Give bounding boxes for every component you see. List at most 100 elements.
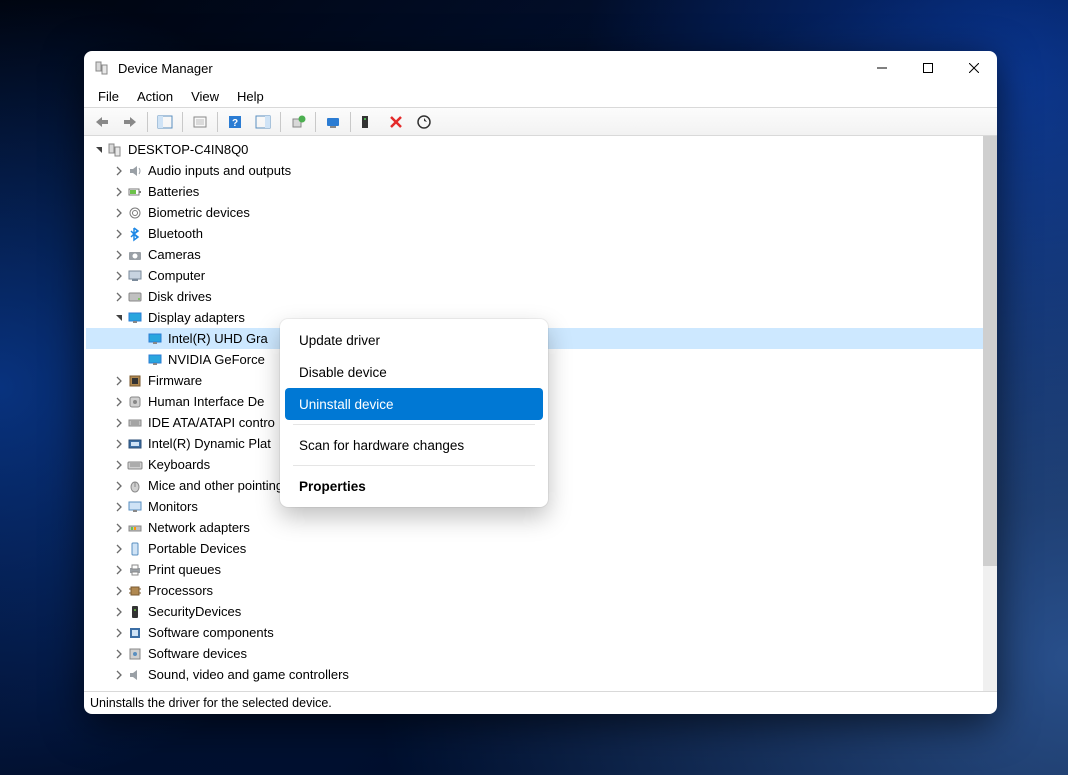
menu-help[interactable]: Help — [229, 87, 272, 106]
audio-icon — [126, 163, 144, 179]
tree-category[interactable]: Cameras — [86, 244, 983, 265]
context-menu-item[interactable]: Properties — [285, 470, 543, 502]
chevron-right-icon[interactable] — [112, 481, 126, 491]
chevron-right-icon[interactable] — [112, 250, 126, 260]
tree-category-label: Audio inputs and outputs — [148, 161, 291, 181]
chevron-right-icon[interactable] — [112, 502, 126, 512]
chevron-right-icon[interactable] — [112, 670, 126, 680]
action-pane-button[interactable] — [250, 110, 276, 134]
platform-icon — [126, 436, 144, 452]
chevron-right-icon[interactable] — [112, 586, 126, 596]
tree-category[interactable]: SecurityDevices — [86, 601, 983, 622]
tree-category[interactable]: Batteries — [86, 181, 983, 202]
tree-category-label: Biometric devices — [148, 203, 250, 223]
tree-category-label: Cameras — [148, 245, 201, 265]
scrollbar[interactable] — [983, 136, 997, 691]
content-area: DESKTOP-C4IN8Q0Audio inputs and outputsB… — [84, 136, 997, 692]
computer-icon — [106, 142, 124, 158]
context-menu-item[interactable]: Disable device — [285, 356, 543, 388]
chevron-right-icon[interactable] — [112, 208, 126, 218]
statusbar-text: Uninstalls the driver for the selected d… — [90, 696, 332, 710]
ide-icon — [126, 415, 144, 431]
chevron-right-icon[interactable] — [112, 397, 126, 407]
security-icon — [126, 604, 144, 620]
swdev-icon — [126, 646, 144, 662]
bluetooth-icon — [126, 226, 144, 242]
scan-button[interactable] — [411, 110, 437, 134]
menu-view[interactable]: View — [183, 87, 227, 106]
portable-icon — [126, 541, 144, 557]
menu-file[interactable]: File — [90, 87, 127, 106]
close-button[interactable] — [951, 51, 997, 85]
tree-device-label: Intel(R) UHD Gra — [168, 329, 268, 349]
chevron-right-icon[interactable] — [112, 607, 126, 617]
biometric-icon — [126, 205, 144, 221]
tree-category[interactable]: Audio inputs and outputs — [86, 160, 983, 181]
chevron-right-icon[interactable] — [112, 628, 126, 638]
tree-category-label: IDE ATA/ATAPI contro — [148, 413, 275, 433]
titlebar[interactable]: Device Manager — [84, 51, 997, 85]
tree-category[interactable]: Bluetooth — [86, 223, 983, 244]
chevron-right-icon[interactable] — [112, 166, 126, 176]
context-menu-item[interactable]: Uninstall device — [285, 388, 543, 420]
sound-icon — [126, 667, 144, 683]
tree-category-label: Portable Devices — [148, 539, 246, 559]
properties-button[interactable] — [187, 110, 213, 134]
remote-button[interactable] — [320, 110, 346, 134]
chevron-right-icon[interactable] — [112, 544, 126, 554]
chevron-right-icon[interactable] — [112, 376, 126, 386]
chevron-right-icon[interactable] — [112, 460, 126, 470]
context-menu-item[interactable]: Update driver — [285, 324, 543, 356]
chevron-right-icon[interactable] — [112, 187, 126, 197]
chevron-right-icon[interactable] — [112, 649, 126, 659]
chevron-down-icon[interactable] — [112, 313, 126, 323]
forward-button[interactable] — [117, 110, 143, 134]
tree-category[interactable]: Software devices — [86, 643, 983, 664]
network-icon — [126, 520, 144, 536]
chevron-right-icon[interactable] — [112, 271, 126, 281]
chevron-right-icon[interactable] — [112, 439, 126, 449]
svg-text:?: ? — [232, 118, 238, 129]
maximize-button[interactable] — [905, 51, 951, 85]
help-button[interactable]: ? — [222, 110, 248, 134]
tree-category-label: Disk drives — [148, 287, 212, 307]
chevron-right-icon[interactable] — [112, 565, 126, 575]
tree-category-label: Display adapters — [148, 308, 245, 328]
update-driver-button[interactable] — [285, 110, 311, 134]
chevron-right-icon[interactable] — [112, 229, 126, 239]
tree-category[interactable]: Biometric devices — [86, 202, 983, 223]
minimize-button[interactable] — [859, 51, 905, 85]
scrollbar-thumb[interactable] — [983, 136, 997, 566]
display-icon — [146, 331, 164, 347]
chevron-right-icon[interactable] — [112, 418, 126, 428]
tree-root-label: DESKTOP-C4IN8Q0 — [128, 140, 248, 160]
hid-icon — [126, 394, 144, 410]
tree-category[interactable]: Portable Devices — [86, 538, 983, 559]
tree-category-label: Batteries — [148, 182, 199, 202]
window-title: Device Manager — [118, 61, 859, 76]
tree-category-label: Bluetooth — [148, 224, 203, 244]
tree-category[interactable]: Print queues — [86, 559, 983, 580]
tree-category[interactable]: Software components — [86, 622, 983, 643]
uninstall-button[interactable] — [355, 110, 381, 134]
tree-category[interactable]: Processors — [86, 580, 983, 601]
tree-category[interactable]: Disk drives — [86, 286, 983, 307]
back-button[interactable] — [89, 110, 115, 134]
print-icon — [126, 562, 144, 578]
menu-action[interactable]: Action — [129, 87, 181, 106]
tree-category[interactable]: Network adapters — [86, 517, 983, 538]
device-manager-icon — [94, 60, 110, 76]
chevron-right-icon[interactable] — [112, 523, 126, 533]
context-menu-item[interactable]: Scan for hardware changes — [285, 429, 543, 461]
tree-category[interactable]: Computer — [86, 265, 983, 286]
show-hide-tree-button[interactable] — [152, 110, 178, 134]
tree-category-label: Computer — [148, 266, 205, 286]
disable-button[interactable] — [383, 110, 409, 134]
chevron-right-icon[interactable] — [112, 292, 126, 302]
tree-category-label: Network adapters — [148, 518, 250, 538]
context-menu-separator — [293, 465, 535, 466]
firmware-icon — [126, 373, 144, 389]
tree-root[interactable]: DESKTOP-C4IN8Q0 — [86, 139, 983, 160]
display-icon — [126, 310, 144, 326]
tree-category[interactable]: Sound, video and game controllers — [86, 664, 983, 685]
